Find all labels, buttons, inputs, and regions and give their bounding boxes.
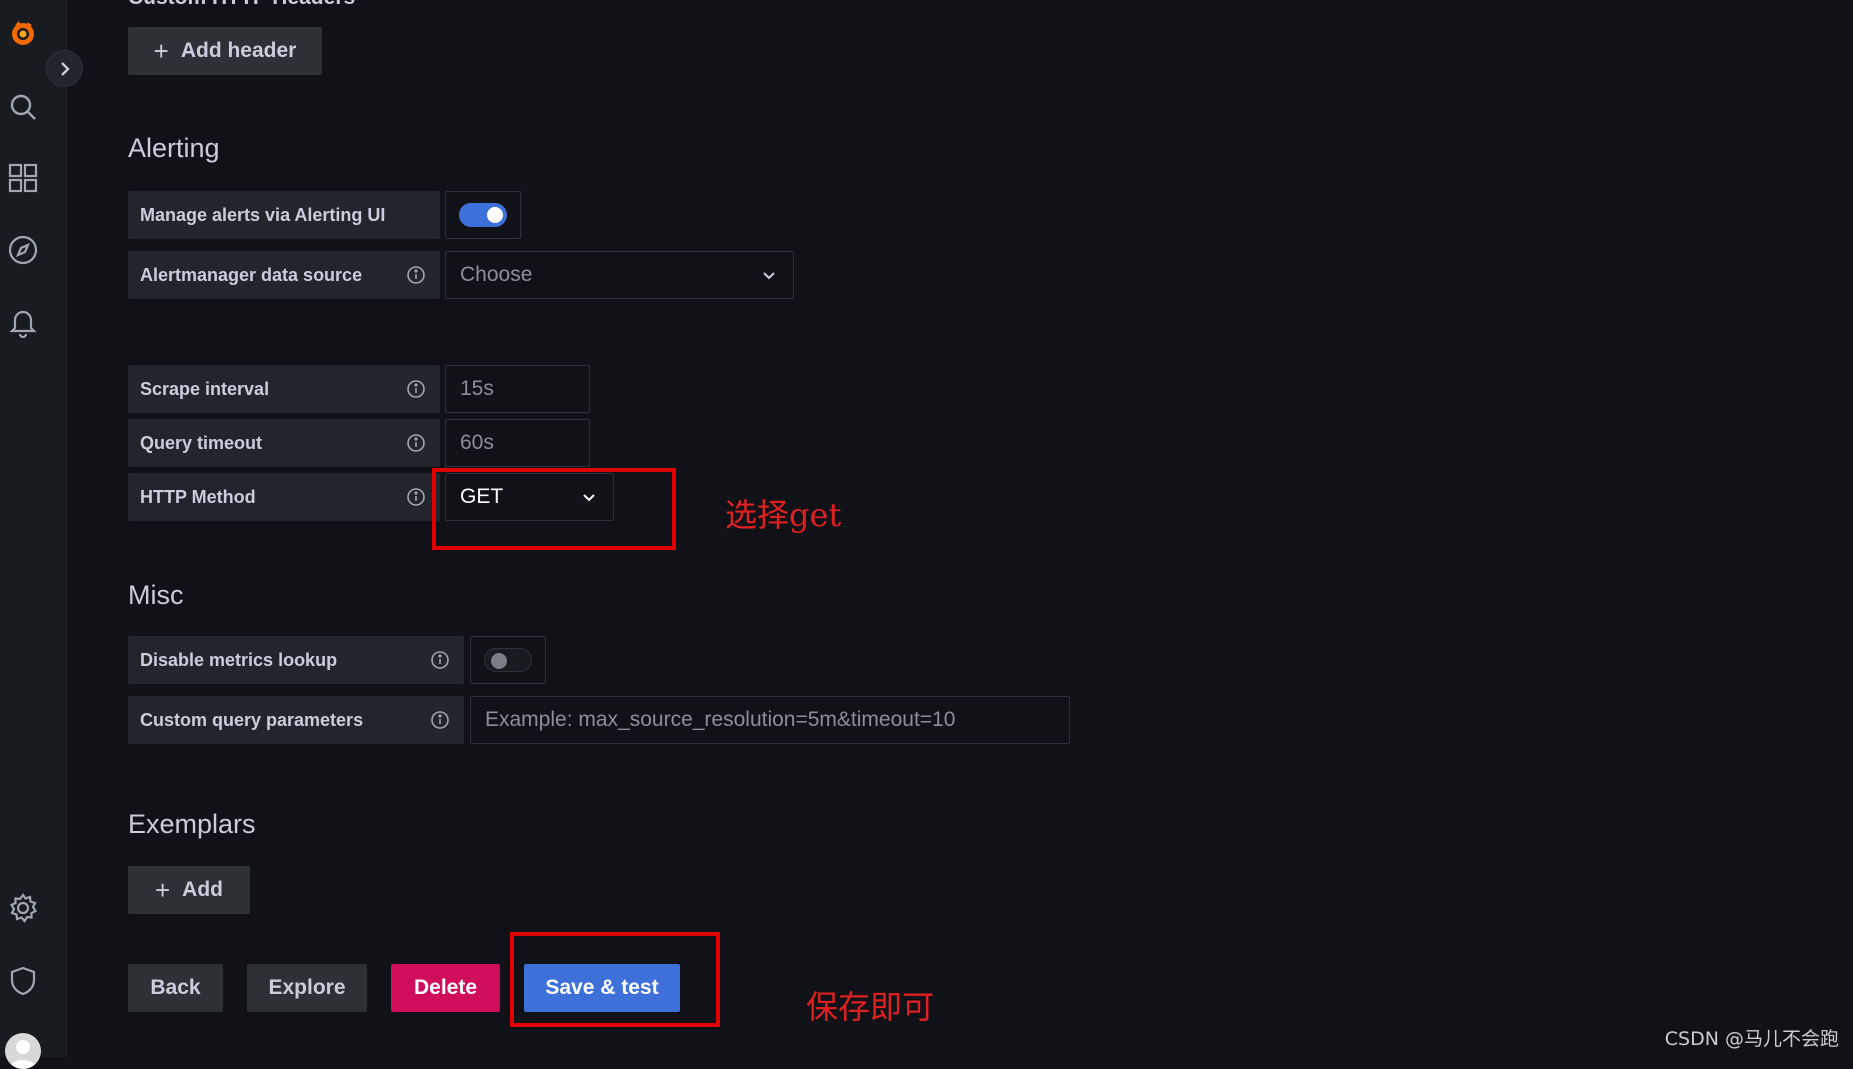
scrape-interval-text: Scrape interval (140, 379, 269, 400)
info-icon[interactable] (430, 710, 450, 730)
add-exemplar-button[interactable]: + Add (128, 866, 250, 914)
custom-headers-heading: Custom HTTP Headers (128, 0, 355, 10)
manage-alerts-toggle[interactable] (459, 203, 507, 227)
info-icon[interactable] (406, 265, 426, 285)
query-timeout-placeholder: 60s (460, 431, 494, 455)
chevron-down-icon (581, 489, 597, 505)
http-method-select[interactable]: GET (445, 473, 614, 521)
disable-metrics-toggle[interactable] (484, 648, 532, 672)
annotation-save-ok: 保存即可 (806, 982, 934, 1028)
misc-title: Misc (128, 580, 184, 611)
chevron-down-icon (761, 267, 777, 283)
delete-button[interactable]: Delete (391, 964, 500, 1012)
alertmanager-text: Alertmanager data source (140, 265, 362, 286)
add-exemplar-label: Add (182, 878, 223, 902)
add-header-button[interactable]: + Add header (128, 27, 322, 75)
info-icon[interactable] (406, 379, 426, 399)
info-icon[interactable] (406, 433, 426, 453)
info-icon[interactable] (430, 650, 450, 670)
info-icon[interactable] (406, 487, 426, 507)
back-button[interactable]: Back (128, 964, 223, 1012)
http-method-value: GET (460, 485, 503, 509)
avatar[interactable] (5, 1033, 41, 1069)
custom-query-label: Custom query parameters (128, 696, 464, 744)
plus-icon: + (155, 877, 170, 903)
query-timeout-label: Query timeout (128, 419, 440, 467)
dashboards-icon[interactable] (0, 155, 46, 201)
query-timeout-text: Query timeout (140, 433, 262, 454)
scrape-interval-placeholder: 15s (460, 377, 494, 401)
custom-query-placeholder: Example: max_source_resolution=5m&timeou… (485, 708, 955, 732)
expand-sidebar-button[interactable] (46, 50, 83, 87)
manage-alerts-text: Manage alerts via Alerting UI (140, 205, 385, 226)
disable-metrics-label: Disable metrics lookup (128, 636, 464, 684)
settings-icon[interactable] (0, 885, 46, 931)
query-timeout-input[interactable]: 60s (445, 419, 590, 467)
explore-button[interactable]: Explore (247, 964, 367, 1012)
plus-icon: + (154, 38, 169, 64)
grafana-logo-icon[interactable] (0, 10, 46, 56)
scrape-interval-input[interactable]: 15s (445, 365, 590, 413)
disable-metrics-toggle-wrap (470, 636, 546, 684)
exemplars-title: Exemplars (128, 809, 256, 840)
save-test-button[interactable]: Save & test (524, 964, 680, 1012)
annotation-select-get: 选择get (725, 490, 841, 536)
http-method-text: HTTP Method (140, 487, 256, 508)
add-header-label: Add header (181, 39, 297, 63)
alertmanager-label: Alertmanager data source (128, 251, 440, 299)
alertmanager-select[interactable]: Choose (445, 251, 794, 299)
sidebar (0, 0, 67, 1057)
alerting-icon[interactable] (0, 299, 46, 345)
alertmanager-value: Choose (460, 263, 532, 287)
shield-icon[interactable] (0, 958, 46, 1004)
scrape-interval-label: Scrape interval (128, 365, 440, 413)
search-icon[interactable] (0, 84, 46, 130)
explore-icon[interactable] (0, 227, 46, 273)
disable-metrics-text: Disable metrics lookup (140, 650, 337, 671)
custom-query-text: Custom query parameters (140, 710, 363, 731)
custom-query-input[interactable]: Example: max_source_resolution=5m&timeou… (470, 696, 1070, 744)
http-method-label: HTTP Method (128, 473, 440, 521)
watermark: CSDN @马儿不会跑 (1665, 1024, 1839, 1051)
manage-alerts-label: Manage alerts via Alerting UI (128, 191, 440, 239)
manage-alerts-toggle-wrap (445, 191, 521, 239)
alerting-title: Alerting (128, 133, 220, 164)
